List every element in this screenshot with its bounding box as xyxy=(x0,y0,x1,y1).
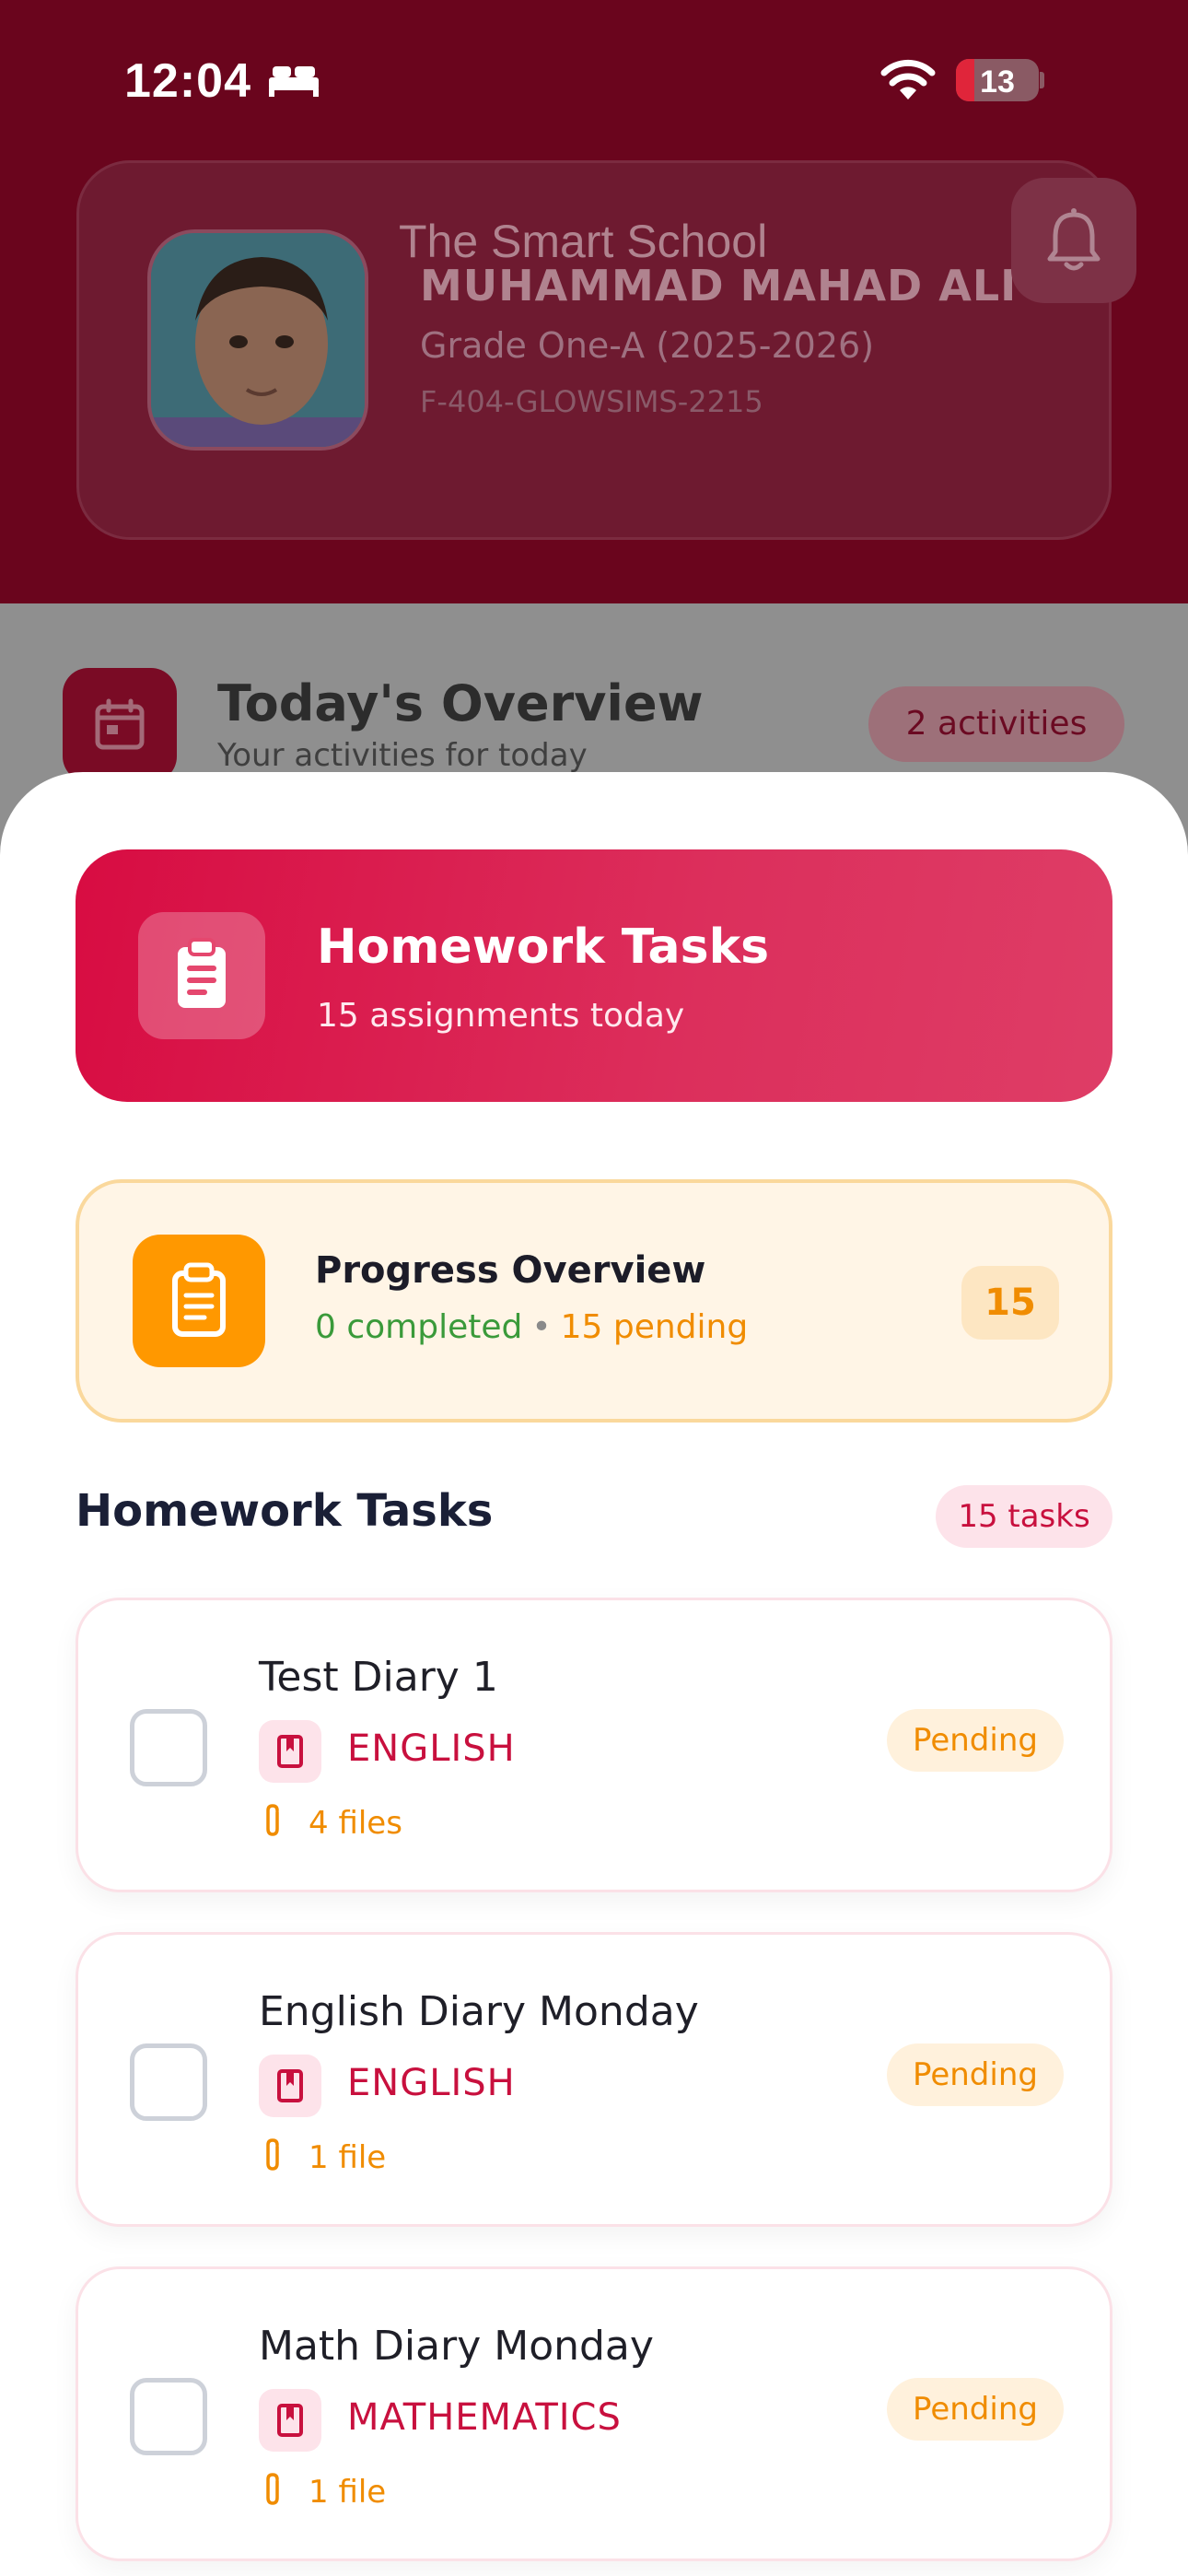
overview-icon-box xyxy=(63,668,177,782)
book-icon xyxy=(259,2389,321,2452)
wifi-icon xyxy=(880,59,936,100)
bed-icon xyxy=(269,66,319,97)
homework-banner-title: Homework Tasks xyxy=(317,919,770,975)
homework-banner-icon-box xyxy=(138,912,265,1039)
task-checkbox[interactable] xyxy=(130,1709,207,1786)
notifications-button[interactable] xyxy=(1011,178,1136,303)
task-card[interactable]: English Diary Monday ENGLISH 1 file Pend… xyxy=(76,1932,1112,2227)
avatar xyxy=(147,229,368,451)
task-files: 4 files xyxy=(309,1805,402,1842)
profile-card[interactable]: The Smart School MUHAMMAD MAHAD ALI Grad… xyxy=(76,160,1112,540)
task-files: 1 file xyxy=(309,2474,387,2511)
book-icon xyxy=(259,2055,321,2117)
calendar-icon xyxy=(95,698,145,750)
homework-banner-subtitle: 15 assignments today xyxy=(317,997,685,1035)
paperclip-icon xyxy=(266,2473,279,2505)
task-title: English Diary Monday xyxy=(259,1988,699,2035)
completed-count: 0 completed xyxy=(315,1308,523,1346)
task-subject: MATHEMATICS xyxy=(347,2396,622,2439)
progress-title: Progress Overview xyxy=(315,1249,706,1292)
status-badge: Pending xyxy=(887,2378,1064,2441)
paperclip-icon xyxy=(266,1804,279,1836)
progress-icon-box xyxy=(133,1235,265,1367)
task-title: Test Diary 1 xyxy=(259,1654,498,1701)
task-checkbox[interactable] xyxy=(130,2378,207,2455)
overview-title: Today's Overview xyxy=(217,674,704,732)
progress-summary: 0 completed • 15 pending xyxy=(315,1308,748,1346)
battery-indicator: 13 xyxy=(956,59,1039,101)
pending-count: 15 pending xyxy=(560,1308,749,1346)
overview-subtitle: Your activities for today xyxy=(217,737,588,774)
task-title: Math Diary Monday xyxy=(259,2323,654,2370)
total-count-badge: 15 xyxy=(961,1266,1059,1340)
status-badge: Pending xyxy=(887,2043,1064,2106)
homework-banner: Homework Tasks 15 assignments today xyxy=(76,849,1112,1102)
task-checkbox[interactable] xyxy=(130,2043,207,2121)
activities-count-badge: 2 activities xyxy=(868,686,1124,762)
student-photo xyxy=(151,233,365,447)
bell-icon xyxy=(1047,208,1101,271)
todays-overview-row: Today's Overview Your activities for tod… xyxy=(0,645,1188,782)
task-subject: ENGLISH xyxy=(347,2062,516,2104)
student-grade: Grade One-A (2025-2026) xyxy=(420,325,875,366)
status-bar: 12:04 13 xyxy=(0,0,1188,157)
status-time: 12:04 xyxy=(124,54,251,108)
battery-tip xyxy=(1040,72,1044,88)
paperclip-icon xyxy=(266,2138,279,2171)
tasks-section-title: Homework Tasks xyxy=(76,1485,494,1537)
homework-bottom-sheet: Homework Tasks 15 assignments today Prog… xyxy=(0,772,1188,2576)
clipboard-icon xyxy=(178,938,226,1008)
separator-dot: • xyxy=(531,1308,552,1346)
student-name: MUHAMMAD MAHAD ALI xyxy=(420,261,1018,310)
task-subject: ENGLISH xyxy=(347,1727,516,1770)
status-badge: Pending xyxy=(887,1709,1064,1772)
tasks-count-badge: 15 tasks xyxy=(936,1485,1112,1548)
progress-overview-card: Progress Overview 0 completed • 15 pending… xyxy=(76,1179,1112,1423)
book-icon xyxy=(259,1720,321,1783)
task-card[interactable]: Math Diary Monday MATHEMATICS 1 file Pen… xyxy=(76,2266,1112,2561)
battery-level: 13 xyxy=(980,64,1015,100)
student-id: F-404-GLOWSIMS-2215 xyxy=(420,384,763,419)
task-card[interactable]: Test Diary 1 ENGLISH 4 files Pending xyxy=(76,1598,1112,1892)
clipboard-outline-icon xyxy=(172,1262,226,1337)
task-files: 1 file xyxy=(309,2139,387,2176)
